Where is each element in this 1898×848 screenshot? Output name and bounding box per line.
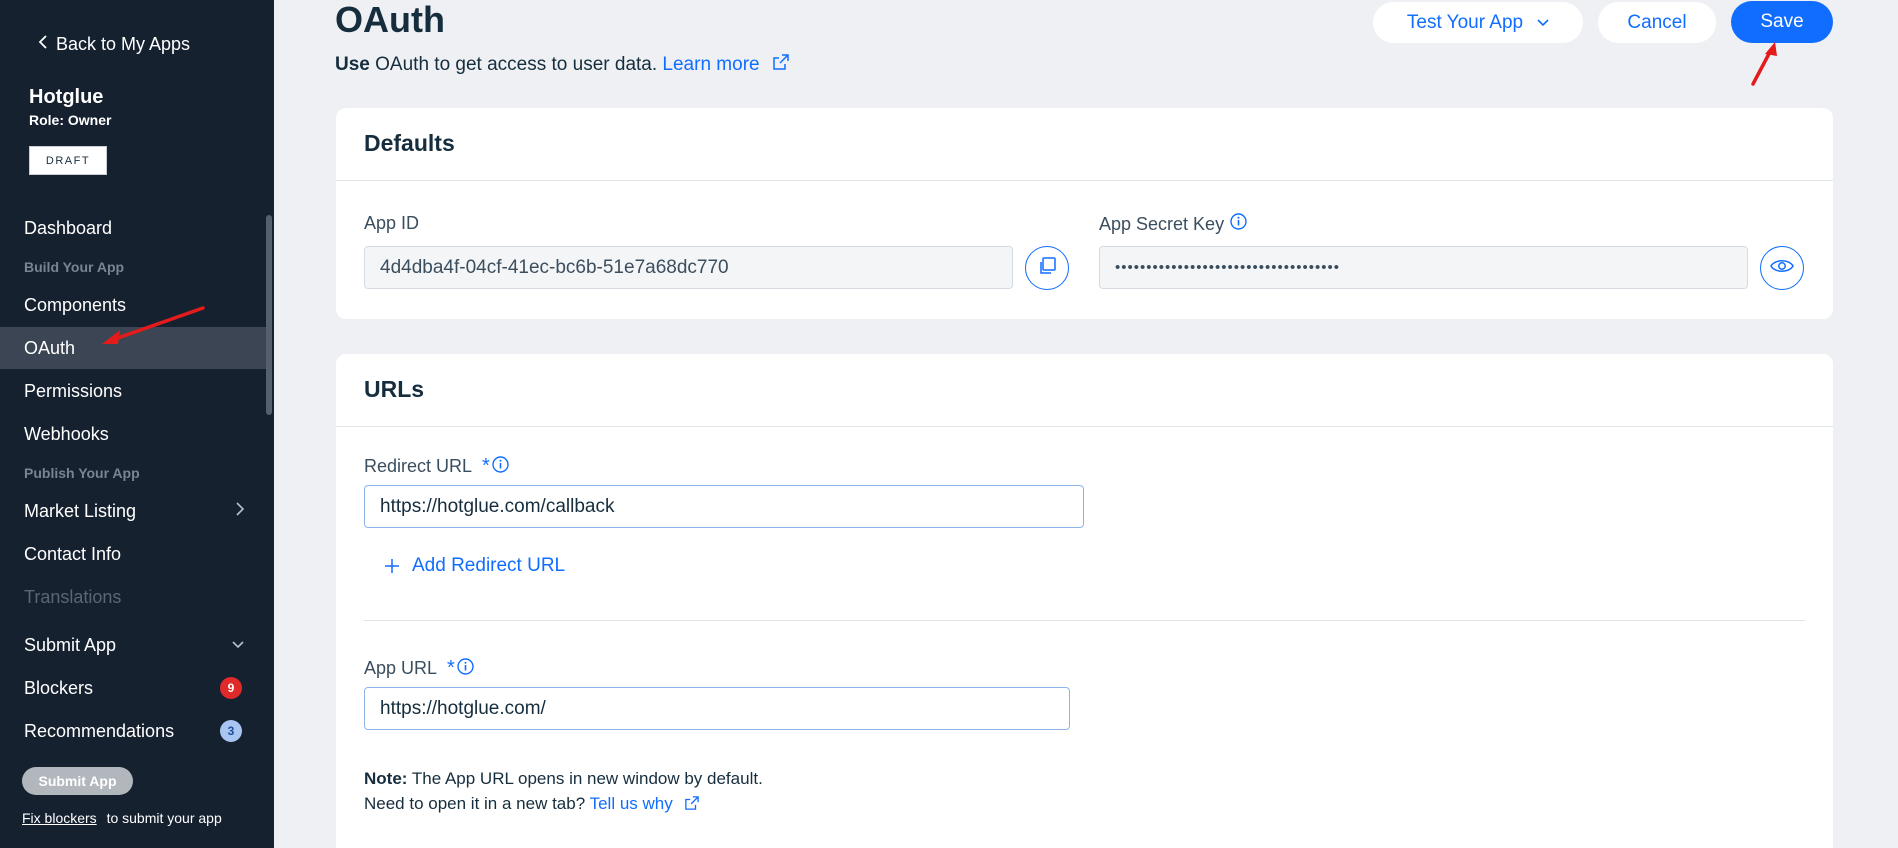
card-divider <box>336 426 1833 427</box>
app-url-input[interactable]: https://hotglue.com/ <box>364 687 1070 730</box>
test-your-app-button[interactable]: Test Your App <box>1373 2 1583 43</box>
chevron-down-icon <box>1537 18 1549 27</box>
plus-icon <box>384 558 400 574</box>
app-secret-field[interactable]: •••••••••••••••••••••••••••••••••••• <box>1099 246 1748 289</box>
sidebar-item-label: Translations <box>24 586 122 607</box>
submit-app-button[interactable]: Submit App <box>22 767 133 795</box>
app-name: Hotglue <box>29 86 104 108</box>
info-icon[interactable] <box>1230 213 1247 235</box>
save-button[interactable]: Save <box>1731 1 1833 43</box>
subtitle-text: OAuth to get access to user data. <box>375 54 658 76</box>
redirect-url-label: Redirect URL * <box>364 455 509 478</box>
recommendations-count-badge: 3 <box>220 720 242 742</box>
card-divider <box>336 180 1833 181</box>
section-divider <box>364 620 1805 621</box>
sidebar-item-webhooks[interactable]: Webhooks <box>0 413 266 455</box>
add-redirect-url-button[interactable]: Add Redirect URL <box>384 555 565 577</box>
urls-title: URLs <box>364 376 425 402</box>
sidebar-item-label: Webhooks <box>24 423 109 444</box>
sidebar: Back to My Apps Hotglue Role: Owner DRAF… <box>0 0 274 848</box>
app-url-note: Note: The App URL opens in new window by… <box>364 766 763 817</box>
sidebar-item-market-listing[interactable]: Market Listing <box>0 490 266 532</box>
learn-more-link[interactable]: Learn more <box>662 54 759 75</box>
note-text: The App URL opens in new window by defau… <box>411 769 763 788</box>
fix-blockers-link[interactable]: Fix blockers <box>22 810 97 826</box>
sidebar-item-label: OAuth <box>24 337 76 358</box>
reveal-secret-button[interactable] <box>1760 246 1804 290</box>
app-secret-label: App Secret Key <box>1099 213 1247 235</box>
app-id-label-text: App ID <box>364 213 420 233</box>
app-url-label-text: App URL <box>364 658 438 678</box>
sidebar-item-translations[interactable]: Translations <box>0 576 266 618</box>
app-url-label: App URL * <box>364 657 474 680</box>
fix-blockers-suffix: to submit your app <box>106 810 222 826</box>
cancel-button[interactable]: Cancel <box>1598 2 1716 43</box>
page-title: OAuth <box>335 0 445 40</box>
tell-us-why-link[interactable]: Tell us why <box>590 794 673 813</box>
sidebar-item-label: Components <box>24 294 127 315</box>
sidebar-section-build: Build Your App <box>24 259 125 275</box>
sidebar-item-label: Blockers <box>24 677 94 698</box>
status-badge: DRAFT <box>29 146 107 175</box>
info-icon[interactable] <box>492 455 509 478</box>
sidebar-item-label: Permissions <box>24 380 123 401</box>
redirect-url-label-text: Redirect URL <box>364 456 473 476</box>
back-label: Back to My Apps <box>56 34 191 54</box>
sidebar-item-recommendations[interactable]: Recommendations 3 <box>0 710 266 752</box>
defaults-title: Defaults <box>364 130 455 156</box>
sidebar-item-components[interactable]: Components <box>0 284 266 326</box>
sidebar-item-submit-app[interactable]: Submit App <box>0 624 266 666</box>
subtitle-bold: Use <box>335 54 370 76</box>
chevron-down-icon <box>232 636 244 654</box>
app-id-label: App ID <box>364 213 419 234</box>
urls-card: URLs Redirect URL * https://hotglue.com/… <box>336 354 1833 848</box>
sidebar-item-label: Contact Info <box>24 543 122 564</box>
eye-icon <box>1770 258 1794 279</box>
back-to-apps-link[interactable]: Back to My Apps <box>38 34 190 55</box>
test-your-app-label: Test Your App <box>1406 11 1524 33</box>
fix-blockers-hint: Fix blockers to submit your app <box>22 810 222 826</box>
sidebar-item-oauth[interactable]: OAuth <box>0 327 266 369</box>
copy-app-id-button[interactable] <box>1025 246 1069 290</box>
sidebar-section-publish: Publish Your App <box>24 465 140 481</box>
note-line2: Need to open it in a new tab? <box>364 794 586 813</box>
annotation-arrow <box>1751 42 1777 86</box>
copy-icon <box>1037 256 1057 281</box>
redirect-url-input[interactable]: https://hotglue.com/callback <box>364 485 1084 528</box>
sidebar-item-label: Recommendations <box>24 720 175 741</box>
required-marker: * <box>482 455 490 477</box>
defaults-card: Defaults App ID 4d4dba4f-04cf-41ec-bc6b-… <box>336 108 1833 319</box>
blockers-count-badge: 9 <box>220 677 242 699</box>
sidebar-item-dashboard[interactable]: Dashboard <box>0 207 266 249</box>
note-bold: Note: <box>364 769 408 788</box>
external-link-icon[interactable] <box>773 54 789 76</box>
required-marker: * <box>447 657 455 679</box>
sidebar-item-blockers[interactable]: Blockers 9 <box>0 667 266 709</box>
page-subtitle: Use OAuth to get access to user data. Le… <box>335 54 789 76</box>
sidebar-item-label: Submit App <box>24 634 117 655</box>
sidebar-item-permissions[interactable]: Permissions <box>0 370 266 412</box>
external-link-icon[interactable] <box>685 792 700 817</box>
sidebar-item-label: Market Listing <box>24 500 137 521</box>
app-secret-label-text: App Secret Key <box>1099 213 1225 234</box>
info-icon[interactable] <box>457 657 474 680</box>
app-id-field[interactable]: 4d4dba4f-04cf-41ec-bc6b-51e7a68dc770 <box>364 246 1013 289</box>
sidebar-scrollbar[interactable] <box>266 215 272 415</box>
chevron-left-icon <box>38 34 48 55</box>
chevron-right-icon <box>236 501 245 521</box>
add-redirect-url-label: Add Redirect URL <box>412 555 566 576</box>
sidebar-item-contact-info[interactable]: Contact Info <box>0 533 266 575</box>
sidebar-item-label: Dashboard <box>24 217 113 238</box>
app-role: Role: Owner <box>29 112 112 128</box>
